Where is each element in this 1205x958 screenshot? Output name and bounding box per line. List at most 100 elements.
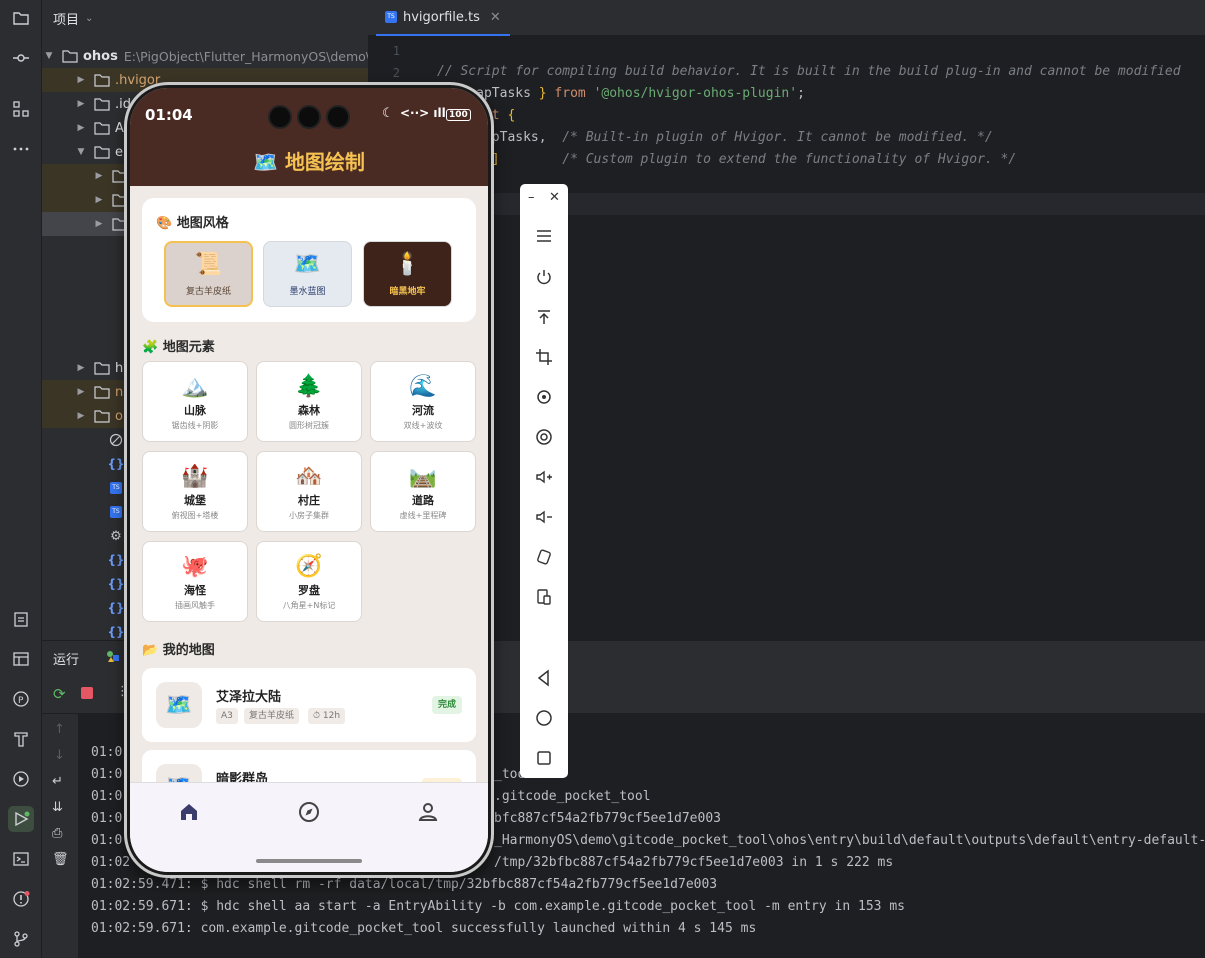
run-icon[interactable] xyxy=(8,806,34,832)
compass-icon[interactable] xyxy=(298,801,320,823)
element-name: 河流 xyxy=(412,404,434,417)
profiler-icon[interactable]: P xyxy=(8,686,34,712)
volume-up-icon[interactable] xyxy=(532,465,556,489)
minimize-icon[interactable]: – xyxy=(528,190,535,205)
tab-hvigorfile[interactable]: TS hvigorfile.ts ✕ xyxy=(376,0,510,36)
code-line[interactable]: t { hapTasks } from '@ohos/hvigor-ohos-p… xyxy=(437,83,805,105)
build-icon[interactable] xyxy=(8,726,34,752)
layout-icon[interactable] xyxy=(8,646,34,672)
todo-icon[interactable] xyxy=(8,606,34,632)
terminal-icon[interactable] xyxy=(8,846,34,872)
editor-tab-bar: TS hvigorfile.ts ✕ xyxy=(368,0,1205,36)
scroll-end-icon[interactable]: ⇊ xyxy=(52,800,63,815)
signal-icon: <··> ıll xyxy=(400,106,446,120)
ts-file-icon: TS xyxy=(108,505,124,519)
element-tile[interactable]: 🛤️ 道路 虚线+里程碑 xyxy=(370,451,476,532)
camera-capture-icon[interactable] xyxy=(532,425,556,449)
chevron-right-icon[interactable]: ▶ xyxy=(74,385,88,399)
rotate-icon[interactable] xyxy=(532,545,556,569)
run-tab-label[interactable]: 运行 xyxy=(53,649,79,668)
map-style-chip: 复古羊皮纸 xyxy=(244,708,300,724)
chevron-right-icon[interactable]: ▶ xyxy=(74,361,88,375)
code-line[interactable]: gins: [] /* Custom plugin to extend the … xyxy=(437,149,1016,171)
style-option-label: 复古羊皮纸 xyxy=(185,286,231,297)
trash-icon[interactable]: 🗑 xyxy=(52,852,69,867)
element-tile[interactable]: 🏰 城堡 俯视图+塔楼 xyxy=(142,451,248,532)
element-tile[interactable]: 🏘️ 村庄 小房子集群 xyxy=(256,451,362,532)
chevron-right-icon[interactable]: ▶ xyxy=(92,217,106,231)
code-line[interactable]: // Script for compiling build behavior. … xyxy=(437,61,1181,83)
problems-icon[interactable] xyxy=(8,886,34,912)
element-desc: 双线+波纹 xyxy=(403,421,443,430)
chevron-down-icon[interactable]: ▼ xyxy=(42,49,56,63)
console-line: 01:02:59.671: com.example.gitcode_pocket… xyxy=(91,921,757,936)
close-icon[interactable]: ✕ xyxy=(549,190,560,205)
folder-icon xyxy=(62,49,78,63)
git-icon[interactable] xyxy=(8,926,34,952)
close-icon[interactable]: ✕ xyxy=(490,10,501,25)
chevron-down-icon[interactable]: ⌄ xyxy=(85,13,93,24)
emulator-toolbar: – ✕ xyxy=(520,184,568,778)
element-tile[interactable]: 🌊 河流 双线+波纹 xyxy=(370,361,476,442)
project-folder-icon[interactable] xyxy=(8,5,34,31)
chevron-right-icon[interactable]: ▶ xyxy=(92,193,106,207)
home-circle-icon[interactable] xyxy=(532,706,556,730)
app-title: 🗺️ 地图绘制 xyxy=(253,150,365,174)
camera-icon xyxy=(328,107,348,127)
rerun-icon[interactable]: ⟳ xyxy=(53,685,66,703)
project-header[interactable]: 项目 ⌄ xyxy=(42,0,368,36)
stop-icon[interactable] xyxy=(81,687,93,699)
recents-icon[interactable] xyxy=(532,746,556,770)
down-arrow-icon[interactable]: ↓ xyxy=(54,748,65,763)
status-badge: 完成 xyxy=(431,696,462,714)
pin-top-icon[interactable] xyxy=(532,305,556,329)
home-indicator[interactable] xyxy=(256,859,362,863)
folder-icon xyxy=(94,409,110,423)
style-option[interactable]: 📜 复古羊皮纸 xyxy=(164,241,253,307)
json-file-icon: {} xyxy=(107,577,125,591)
structure-icon[interactable] xyxy=(8,96,34,122)
style-option[interactable]: 🕯️ 暗黑地牢 xyxy=(363,241,452,307)
fold-icon[interactable] xyxy=(532,585,556,609)
volume-down-icon[interactable] xyxy=(532,505,556,529)
more-icon[interactable] xyxy=(8,136,34,162)
style-option[interactable]: 🗺️ 墨水蓝图 xyxy=(263,241,352,307)
chevron-right-icon[interactable]: ▶ xyxy=(92,169,106,183)
element-tile[interactable]: 🌲 森林 圆形树冠簇 xyxy=(256,361,362,442)
entry-icon[interactable] xyxy=(106,649,120,663)
maps-section-title: 📂 我的地图 xyxy=(142,643,215,658)
services-icon[interactable] xyxy=(8,766,34,792)
home-icon[interactable] xyxy=(178,801,200,823)
commit-icon[interactable] xyxy=(8,45,34,71)
ignore-file-icon xyxy=(108,433,124,447)
element-tile[interactable]: 🧭 罗盘 八角星+N标记 xyxy=(256,541,362,622)
crop-icon[interactable] xyxy=(532,345,556,369)
chevron-right-icon[interactable]: ▶ xyxy=(74,97,88,111)
element-tile[interactable]: 🐙 海怪 插画风触手 xyxy=(142,541,248,622)
up-arrow-icon[interactable]: ↑ xyxy=(54,722,65,737)
chevron-down-icon[interactable]: ▼ xyxy=(74,145,88,159)
print-icon[interactable]: ⎙ xyxy=(52,826,62,841)
menu-icon[interactable] xyxy=(532,224,556,248)
moon-icon: ☾ xyxy=(382,106,394,121)
code-line[interactable]: tem: hapTasks, /* Built-in plugin of Hvi… xyxy=(437,127,993,149)
profile-icon[interactable] xyxy=(417,801,439,823)
map-card[interactable]: 🗺️ 艾泽拉大陆 A3 复古羊皮纸 ⏱ 12h 完成 xyxy=(142,668,476,742)
tree-root[interactable]: ▼ ohos E:\PigObject\Flutter_HarmonyOS\de… xyxy=(42,44,368,68)
element-name: 海怪 xyxy=(184,584,206,597)
back-icon[interactable] xyxy=(532,666,556,690)
soft-wrap-icon[interactable]: ↵ xyxy=(52,774,63,789)
chevron-right-icon[interactable]: ▶ xyxy=(74,409,88,423)
element-icon: 🌲 xyxy=(295,374,323,399)
chevron-right-icon[interactable]: ▶ xyxy=(74,73,88,87)
chevron-right-icon[interactable]: ▶ xyxy=(74,121,88,135)
power-icon[interactable] xyxy=(532,265,556,289)
element-tile[interactable]: 🏔️ 山脉 锯齿线+阴影 xyxy=(142,361,248,442)
ts-file-icon: TS xyxy=(108,481,124,495)
location-icon[interactable] xyxy=(532,385,556,409)
